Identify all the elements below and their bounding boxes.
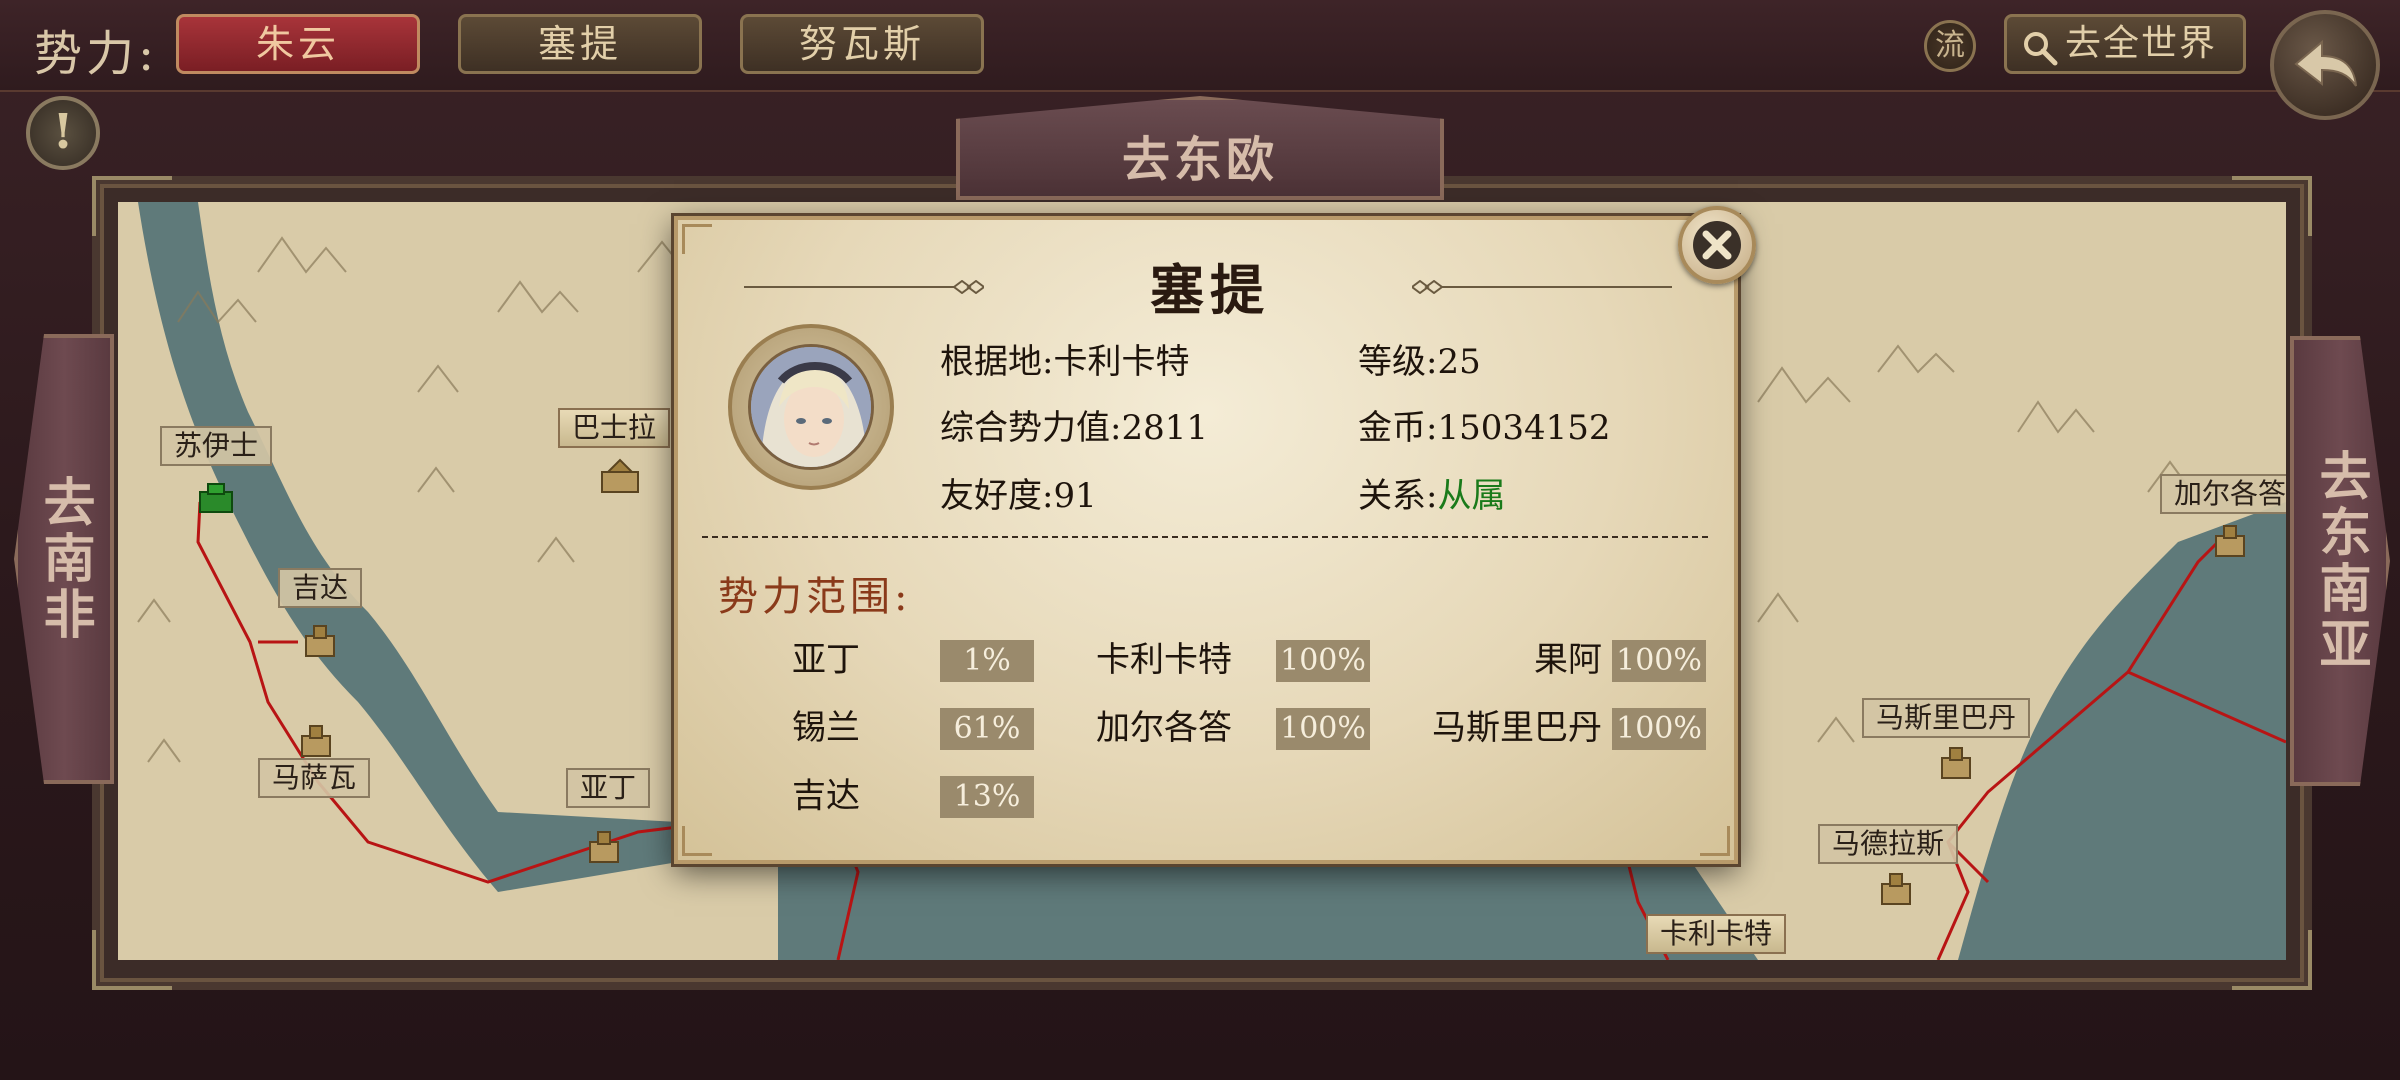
sphere-row: 亚丁 1% 卡利卡特 100% 果阿 100%: [678, 638, 1742, 682]
avatar: [748, 344, 874, 470]
sphere-city-name: 加尔各答: [1096, 708, 1232, 748]
top-bar: 势力: 朱云 塞提 努瓦斯 流 去全世界: [0, 0, 2400, 92]
city-building-icon: [305, 625, 335, 657]
info-button[interactable]: !: [26, 96, 100, 170]
green-fort-icon: [199, 483, 233, 513]
city-label-calicut[interactable]: 卡利卡特: [1646, 914, 1787, 954]
go-world-label: 去全世界: [2065, 23, 2218, 64]
dialog-divider: [702, 536, 1708, 538]
portrait-image: [751, 347, 871, 467]
relation-value: 从属: [1437, 476, 1506, 516]
search-icon: [2024, 32, 2058, 66]
level-value: 25: [1437, 342, 1481, 382]
sphere-city-name: 马斯里巴丹: [1432, 708, 1602, 748]
city-building-icon: [301, 725, 331, 757]
base-value: 卡利卡特: [1053, 342, 1190, 382]
frame-corner: [2232, 930, 2312, 990]
avatar-frame: [728, 324, 894, 490]
sphere-city-pct: 100%: [1276, 708, 1370, 750]
go-east-europe-button[interactable]: 去东欧: [956, 96, 1444, 200]
relation-label: 关系:: [1358, 476, 1438, 516]
city-building-icon: [589, 831, 619, 863]
sphere-city-pct: 13%: [940, 776, 1034, 818]
dialog-title: 塞提: [1150, 258, 1270, 322]
go-southeast-asia-button[interactable]: 去东南亚: [2290, 336, 2390, 786]
go-world-button[interactable]: 去全世界: [2004, 14, 2246, 74]
city-building-icon: [2215, 525, 2245, 557]
sphere-row: 锡兰 61% 加尔各答 100% 马斯里巴丹 100%: [678, 706, 1742, 750]
friendship-info: 友好度:91: [940, 468, 1097, 517]
faction-label: 势力:: [34, 26, 159, 82]
sphere-city-name: 锡兰: [792, 708, 860, 748]
back-arrow-icon: [2294, 39, 2357, 87]
tab-nuwasi[interactable]: 努瓦斯: [740, 14, 984, 74]
exclamation-icon: !: [52, 104, 74, 160]
friendship-label: 友好度:: [940, 476, 1054, 516]
city-label-jeddah[interactable]: 吉达: [278, 568, 363, 608]
level-info: 等级:25: [1358, 334, 1481, 383]
city-building-icon: [601, 458, 639, 493]
city-label-basra[interactable]: 巴士拉: [558, 408, 671, 448]
liu-button[interactable]: 流: [1924, 20, 1976, 72]
gold-value: 15034152: [1437, 408, 1611, 448]
city-building-icon: [1881, 873, 1911, 905]
city-building-icon: [1941, 747, 1971, 779]
sphere-city-pct: 100%: [1276, 640, 1370, 682]
level-label: 等级:: [1358, 342, 1438, 382]
dialog-corner: [1700, 826, 1730, 856]
sphere-city-pct: 100%: [1612, 708, 1706, 750]
close-icon: [1693, 221, 1741, 269]
city-label-madras[interactable]: 马德拉斯: [1818, 824, 1959, 864]
sphere-row: 吉达 13%: [678, 774, 1742, 818]
base-info: 根据地:卡利卡特: [940, 334, 1189, 383]
power-value: 2811: [1121, 408, 1208, 448]
gold-info: 金币:15034152: [1358, 400, 1611, 449]
tab-zhuyun[interactable]: 朱云: [176, 14, 420, 74]
frame-corner: [92, 930, 172, 990]
city-label-massawa[interactable]: 马萨瓦: [258, 758, 371, 798]
sphere-city-pct: 100%: [1612, 640, 1706, 682]
sphere-city-name: 卡利卡特: [1096, 640, 1232, 680]
city-label-calcutta[interactable]: 加尔各答: [2160, 474, 2286, 514]
sphere-title: 势力范围:: [718, 574, 912, 620]
sphere-city-name: 果阿: [1534, 640, 1602, 680]
city-label-suez[interactable]: 苏伊士: [160, 426, 273, 466]
close-button[interactable]: [1678, 206, 1756, 284]
go-south-africa-button[interactable]: 去南非: [14, 334, 114, 784]
city-label-masulipatam[interactable]: 马斯里巴丹: [1862, 698, 2031, 738]
power-label: 综合势力值:: [940, 408, 1122, 448]
dialog-corner: [682, 826, 712, 856]
relation-info: 关系:从属: [1358, 468, 1505, 517]
frame-corner: [2232, 176, 2312, 236]
gold-label: 金币:: [1358, 408, 1438, 448]
frame-corner: [92, 176, 172, 236]
city-label-aden[interactable]: 亚丁: [566, 768, 651, 808]
base-label: 根据地:: [940, 342, 1054, 382]
power-info: 综合势力值:2811: [940, 400, 1208, 449]
back-button[interactable]: [2270, 10, 2380, 120]
faction-info-dialog: 塞提 根据地:卡利卡特 等级:25 综合势力值:2811 金币:15034152…: [674, 206, 1756, 864]
tab-saiti[interactable]: 塞提: [458, 14, 702, 74]
sphere-city-name: 吉达: [792, 776, 860, 816]
sphere-city-name: 亚丁: [792, 640, 860, 680]
friendship-value: 91: [1053, 476, 1097, 516]
